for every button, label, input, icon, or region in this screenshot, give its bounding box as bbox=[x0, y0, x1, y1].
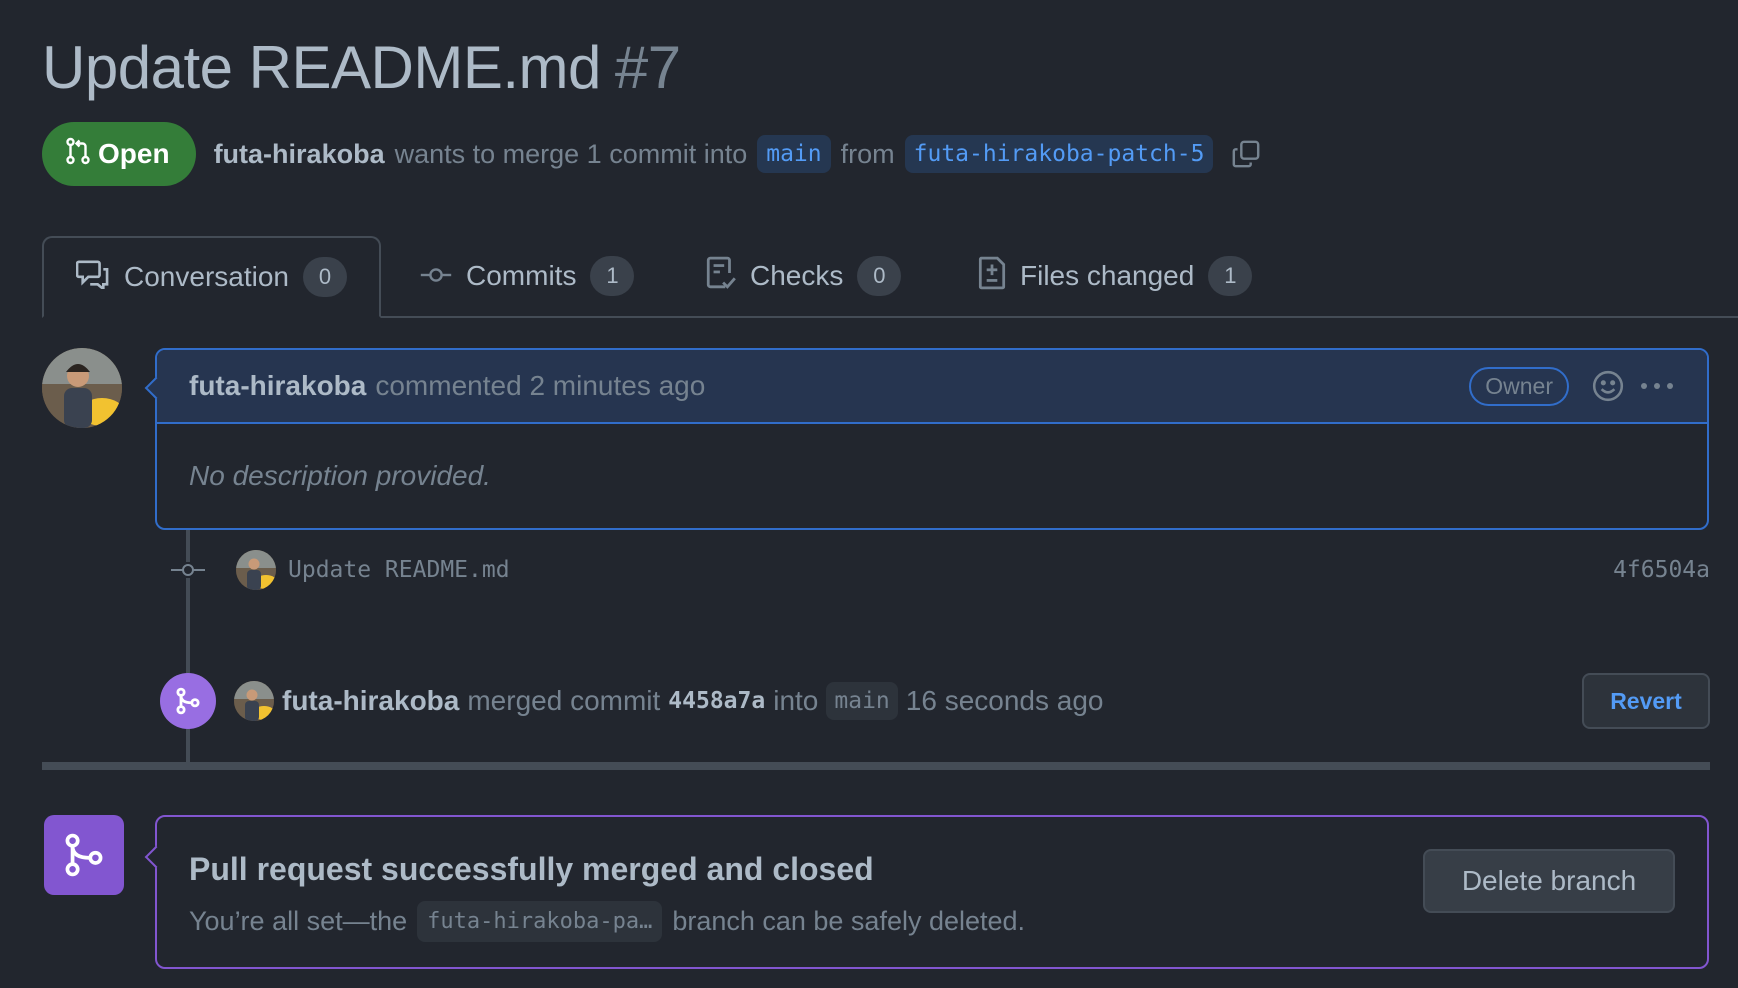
merge-time[interactable]: 16 seconds ago bbox=[906, 685, 1104, 717]
comment-header: futa-hirakoba commented 2 minutes ago Ow… bbox=[157, 350, 1707, 424]
commit-sha-link[interactable]: 4f6504a bbox=[1613, 557, 1710, 583]
status-badge: Open bbox=[42, 122, 196, 186]
comment-card: futa-hirakoba commented 2 minutes ago Ow… bbox=[155, 348, 1709, 530]
pr-title: Update README.md #7 bbox=[42, 28, 681, 108]
merged-title: Pull request successfully merged and clo… bbox=[189, 851, 874, 887]
git-merge-icon bbox=[160, 673, 216, 729]
merge-into-text: into bbox=[773, 685, 819, 716]
merge-base-branch[interactable]: main bbox=[826, 682, 898, 720]
tab-label: Checks bbox=[750, 260, 844, 291]
git-commit-icon bbox=[170, 562, 206, 578]
status-label: Open bbox=[98, 138, 170, 169]
merge-commit-sha-link[interactable]: 4458a7a bbox=[668, 688, 765, 714]
delete-branch-button[interactable]: Delete branch bbox=[1423, 849, 1675, 913]
tab-commits[interactable]: Commits 1 bbox=[420, 236, 635, 316]
git-merge-icon bbox=[44, 815, 124, 895]
pr-author-link[interactable]: futa-hirakoba bbox=[214, 139, 385, 170]
pr-tabs: Conversation 0 Commits 1 Checks 0 Files … bbox=[42, 236, 1738, 318]
tab-counter: 1 bbox=[590, 256, 635, 296]
comment-discussion-icon bbox=[75, 259, 110, 296]
copy-icon[interactable] bbox=[1231, 139, 1261, 169]
pr-number: #7 bbox=[614, 34, 681, 101]
merge-author-link[interactable]: futa-hirakoba bbox=[282, 685, 459, 717]
tab-files-changed[interactable]: Files changed 1 bbox=[978, 236, 1253, 316]
avatar[interactable] bbox=[234, 681, 274, 721]
owner-badge: Owner bbox=[1469, 366, 1569, 406]
tab-checks[interactable]: Checks 0 bbox=[706, 236, 902, 316]
comment-body: No description provided. bbox=[189, 460, 491, 491]
merge-from-text: from bbox=[840, 138, 895, 169]
git-pull-request-icon bbox=[66, 137, 90, 172]
checklist-icon bbox=[706, 256, 736, 297]
merge-event: futa-hirakoba merged commit 4458a7a into… bbox=[160, 672, 1710, 730]
avatar[interactable] bbox=[236, 550, 276, 590]
tab-label: Conversation bbox=[124, 261, 289, 292]
comment-author-link[interactable]: futa-hirakoba bbox=[189, 370, 366, 402]
merge-action: merged commit bbox=[467, 685, 661, 716]
head-branch-link[interactable]: futa-hirakoba-patch-5 bbox=[904, 135, 1214, 173]
git-commit-icon bbox=[420, 260, 452, 292]
tab-counter: 1 bbox=[1208, 256, 1253, 296]
tab-label: Files changed bbox=[1020, 260, 1195, 291]
avatar[interactable] bbox=[42, 348, 122, 428]
head-branch-name: futa-hirakoba-pa… bbox=[417, 901, 663, 942]
merged-sub-text-b: branch can be safely deleted. bbox=[672, 906, 1026, 936]
comment-action: commented bbox=[375, 370, 522, 401]
comment-time[interactable]: 2 minutes ago bbox=[529, 370, 705, 402]
file-diff-icon bbox=[978, 256, 1006, 297]
tab-counter: 0 bbox=[302, 257, 347, 297]
tab-label: Commits bbox=[466, 260, 577, 291]
revert-button[interactable]: Revert bbox=[1582, 673, 1710, 729]
base-branch-link[interactable]: main bbox=[757, 135, 831, 173]
merged-sub-text-a: You’re all set—the bbox=[189, 906, 408, 936]
pr-title-text: Update README.md bbox=[42, 34, 601, 101]
merged-subtitle: You’re all set—the futa-hirakoba-pa… bra… bbox=[189, 901, 1025, 942]
merge-summary-text: wants to merge 1 commit into bbox=[394, 138, 748, 169]
timeline-divider bbox=[42, 762, 1710, 770]
commit-event: Update README.md 4f6504a bbox=[170, 546, 1710, 594]
smiley-icon[interactable] bbox=[1591, 369, 1625, 403]
merged-status-card: Pull request successfully merged and clo… bbox=[155, 815, 1709, 969]
tab-counter: 0 bbox=[857, 256, 902, 296]
tab-conversation[interactable]: Conversation 0 bbox=[42, 236, 381, 318]
commit-message-link[interactable]: Update README.md bbox=[288, 557, 510, 583]
kebab-horizontal-icon[interactable] bbox=[1639, 381, 1675, 391]
pr-status-row: Open futa-hirakoba wants to merge 1 comm… bbox=[42, 122, 1261, 186]
